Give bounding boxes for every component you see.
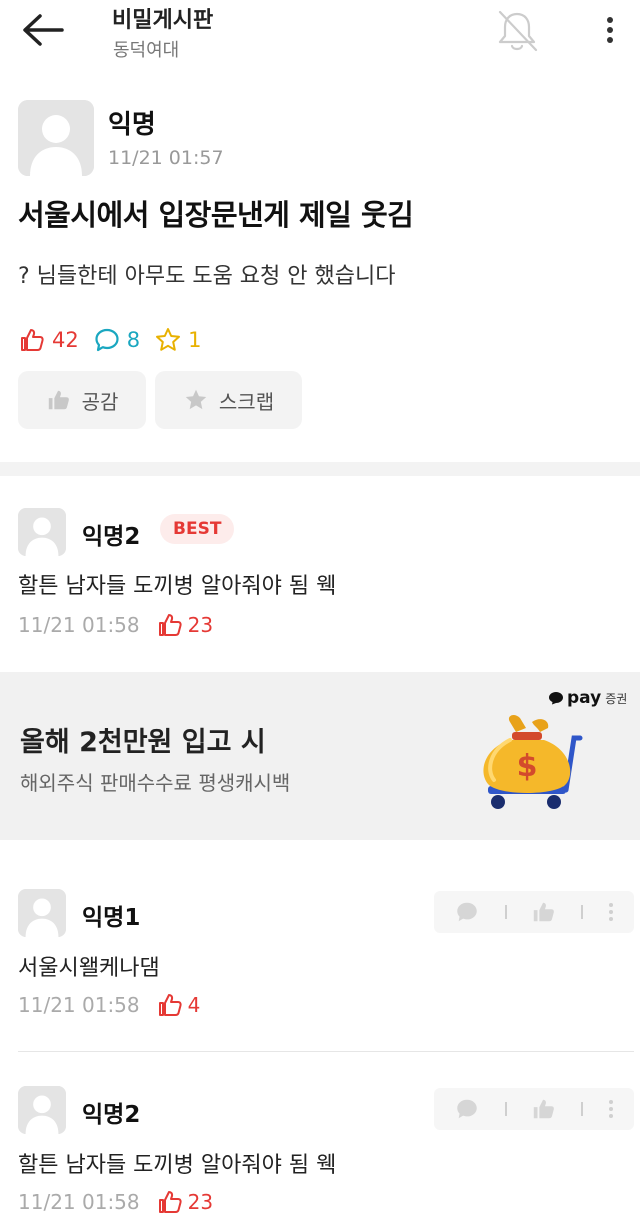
comment-meta: 11/21 01:58 23	[18, 1188, 213, 1216]
scrap-button-label: 스크랩	[218, 389, 275, 414]
thumbs-up-icon[interactable]	[531, 899, 557, 925]
svg-text:$: $	[517, 749, 538, 784]
post-author-avatar	[18, 100, 94, 176]
thumbs-up-icon	[46, 387, 72, 413]
post-comment-count: 8	[93, 326, 140, 354]
comment-author-name: 익명1	[82, 905, 141, 931]
advertisement-banner[interactable]: pay 증권 올해 2천만원 입고 시 해외주식 판매수수료 평생캐시백 $	[0, 672, 640, 840]
comment-icon	[93, 326, 121, 354]
more-options-icon[interactable]	[608, 1097, 614, 1121]
scrap-button[interactable]: 스크랩	[155, 371, 302, 429]
post-body: ? 님들한테 아무도 도움 요청 안 했습니다	[18, 264, 396, 289]
comment-body: 서울시왤케나댐	[18, 956, 160, 981]
star-icon	[154, 326, 182, 354]
section-divider	[0, 462, 640, 476]
top-bar: 비밀게시판 동덕여대	[0, 0, 640, 80]
ad-brand-securities: 증권	[605, 691, 628, 706]
comment-body: 할튼 남자들 도끼병 알아줘야 됨 웩	[18, 574, 337, 599]
money-bag-cart-icon: $	[470, 710, 590, 822]
best-badge: BEST	[160, 514, 235, 544]
comment-timestamp: 11/21 01:58	[18, 613, 140, 637]
comment-like-count-value: 23	[187, 613, 214, 637]
post-timestamp: 11/21 01:57	[108, 147, 224, 169]
post-like-count-value: 42	[52, 328, 79, 352]
post-author-name: 익명	[108, 110, 156, 140]
ad-brand-logo: pay 증권	[548, 688, 627, 708]
thumbs-up-icon[interactable]	[531, 1096, 557, 1122]
star-icon	[183, 387, 209, 413]
reply-icon[interactable]	[454, 1096, 480, 1122]
comment-author-avatar	[18, 1086, 66, 1134]
back-arrow-icon[interactable]	[18, 10, 68, 50]
comment-like-count-value: 23	[187, 1190, 214, 1214]
post-scrap-count: 1	[154, 326, 201, 354]
like-button[interactable]: 공감	[18, 371, 146, 429]
comment-meta: 11/21 01:58 23	[18, 611, 213, 639]
like-button-label: 공감	[81, 389, 119, 414]
separator	[504, 1102, 507, 1116]
board-subtitle: 동덕여대	[113, 40, 180, 61]
comment-timestamp: 11/21 01:58	[18, 1190, 140, 1214]
comment-body: 할튼 남자들 도끼병 알아줘야 됨 웩	[18, 1153, 337, 1178]
comment-author-name: 익명2	[82, 1102, 141, 1128]
post-comment-count-value: 8	[126, 328, 141, 352]
like-icon	[18, 326, 46, 354]
post-like-count: 42	[18, 326, 79, 354]
post-title: 서울시에서 입장문낸게 제일 웃김	[18, 198, 414, 232]
comment-action-bar	[434, 1088, 634, 1130]
more-options-icon[interactable]	[598, 10, 622, 50]
comment-like-count: 23	[156, 611, 213, 639]
speech-bubble-icon	[549, 692, 563, 705]
more-options-icon[interactable]	[608, 900, 614, 924]
like-icon	[156, 1188, 184, 1216]
comment-like-count-value: 4	[187, 993, 201, 1017]
comment-timestamp: 11/21 01:58	[18, 993, 140, 1017]
comment-divider	[18, 1051, 634, 1052]
comment-action-bar	[434, 891, 634, 933]
ad-subline: 해외주식 판매수수료 평생캐시백	[20, 771, 291, 795]
post-stats: 42 8 1	[18, 322, 215, 358]
separator	[504, 905, 507, 919]
separator	[581, 1102, 584, 1116]
comment-author-avatar	[18, 889, 66, 937]
like-icon	[156, 611, 184, 639]
post-scrap-count-value: 1	[188, 328, 202, 352]
ad-brand-pay: pay	[567, 688, 602, 708]
comment-author-name: 익명2	[82, 524, 141, 550]
reply-icon[interactable]	[454, 899, 480, 925]
like-icon	[156, 991, 184, 1019]
separator	[581, 905, 584, 919]
board-title: 비밀게시판	[112, 8, 214, 33]
comment-meta: 11/21 01:58 4	[18, 991, 200, 1019]
comment-author-avatar	[18, 508, 66, 556]
notification-off-bell-icon[interactable]	[492, 8, 542, 54]
comment-like-count: 4	[156, 991, 201, 1019]
ad-headline: 올해 2천만원 입고 시	[20, 727, 266, 758]
comment-like-count: 23	[156, 1188, 213, 1216]
